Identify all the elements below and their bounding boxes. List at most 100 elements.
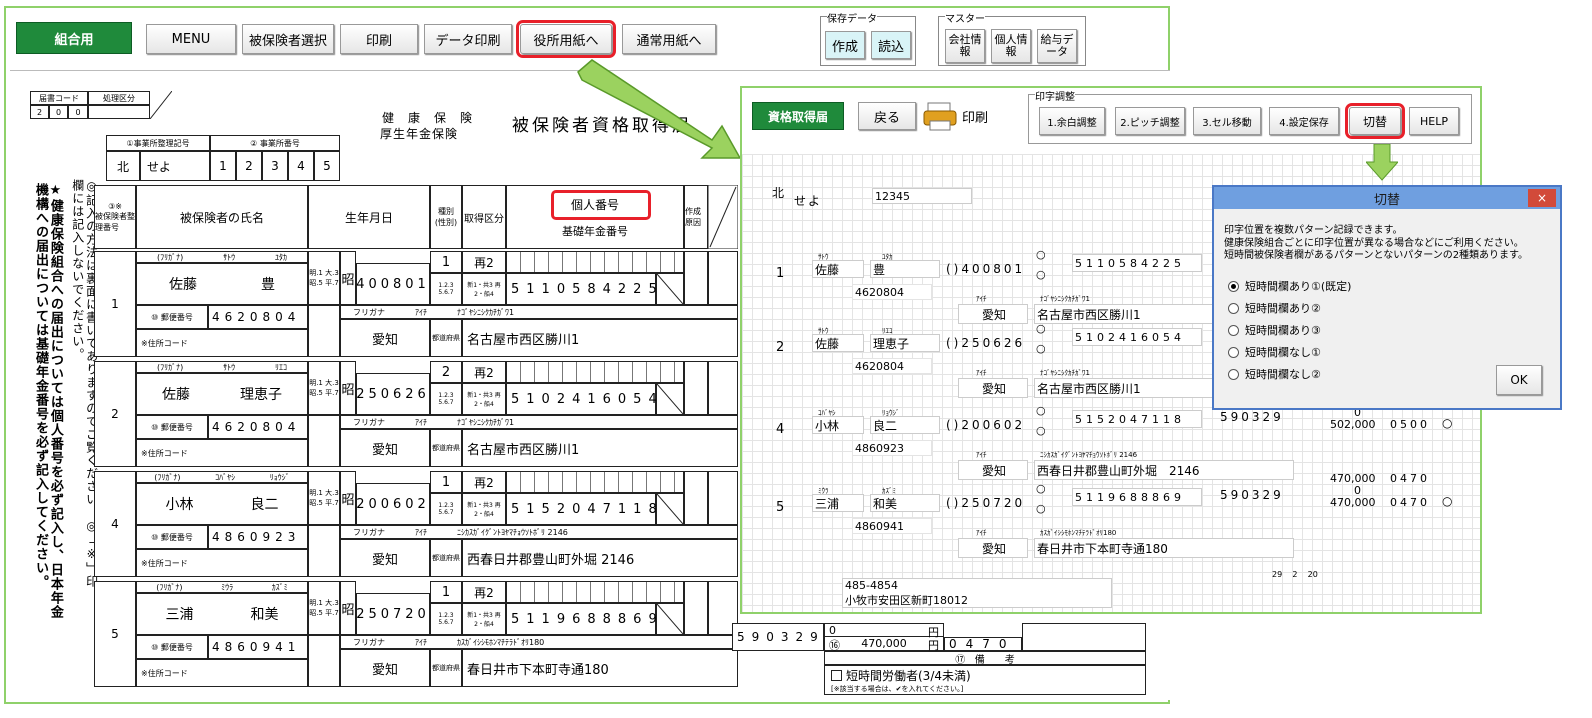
create-button[interactable]: 作成 — [825, 31, 865, 59]
personal-info-button[interactable]: 個人情報 — [991, 29, 1031, 63]
preview-addr-kana: ﾆｼｶｽｶﾞｲｸﾞﾝﾄﾖﾔﾏﾁｮｳｿﾄﾎﾞﾘ 2146 — [1040, 451, 1138, 459]
cause-field[interactable] — [684, 471, 708, 525]
pattern-option-2[interactable]: 短時間欄あり② — [1228, 297, 1351, 319]
pattern-option-5[interactable]: 短時間欄なし② — [1228, 363, 1351, 385]
pattern-option-1[interactable]: 短時間欄あり①(既定) — [1228, 275, 1351, 297]
normal-paper-button[interactable]: 通常用紙へ — [622, 24, 716, 54]
switch-button[interactable]: 切替 — [1345, 103, 1405, 139]
preview-pref: 愛知 — [958, 304, 1028, 324]
proc-value[interactable] — [88, 105, 150, 119]
pattern-option-label: 短時間欄あり② — [1245, 302, 1321, 315]
pref-label: 都道府県 — [430, 319, 462, 357]
shikaku-button[interactable]: 資格取得届 — [752, 102, 844, 130]
surname: 佐藤 — [162, 387, 190, 403]
address: 名古屋市西区勝川1 — [462, 429, 738, 467]
kana-sei: ﾐｳﾗ — [221, 582, 234, 592]
cause-field[interactable] — [684, 581, 708, 635]
preview-surname: 小林 — [812, 416, 864, 434]
mynumber-highlight — [551, 190, 651, 220]
short-time-note: [※該当する場合は、✔を入れてください。] — [831, 684, 964, 693]
yakusho-paper-button[interactable]: 役所用紙へ — [516, 20, 616, 58]
mynumber-field[interactable] — [506, 471, 684, 493]
address-kana: フリガナ ｱｲﾁ ｶｽｶﾞｲｼｼﾓﾎﾝﾏﾁﾃﾗﾄﾞｵﾘ180 — [340, 635, 738, 649]
preview-circle: ○ — [1036, 502, 1046, 515]
preview-print-button[interactable]: 印刷 — [922, 98, 996, 134]
kumiai-button[interactable]: 組合用 — [16, 22, 132, 54]
preview-address: 西春日井郡豊山町外堀 2146 — [1034, 460, 1294, 480]
mynumber-field[interactable] — [506, 251, 684, 273]
menu-button[interactable]: MENU — [146, 24, 236, 54]
era-note: 明.1 大.3 昭.5 平.7 — [308, 581, 340, 635]
addr-kana: ｶｽｶﾞｲｼｼﾓﾎﾝﾏﾁﾃﾗﾄﾞｵﾘ180 — [457, 637, 545, 647]
furigana-label: (ﾌﾘｶﾞﾅ) — [156, 582, 183, 592]
radio-icon — [1228, 346, 1239, 358]
kind: 2 — [430, 361, 462, 383]
col-name-header: 被保険者の氏名 — [136, 185, 308, 249]
addr-kana: ﾆｼｶｽｶﾞｲｸﾞﾝﾄﾖﾔﾏﾁｮｳｿﾄﾎﾞﾘ 2146 — [457, 527, 568, 537]
preview-date-month: 2 — [1292, 570, 1298, 579]
preview-date-year: 29 — [1272, 570, 1283, 579]
short-time-checkbox[interactable] — [831, 669, 842, 681]
col-kind-sub: (性別) — [434, 218, 458, 227]
row-number: 2 — [94, 361, 136, 467]
preview-circle: ○ — [1036, 322, 1046, 335]
preview-pref-kana: ｱｲﾁ — [976, 451, 987, 459]
save-settings-button[interactable]: 4.設定保存 — [1269, 107, 1339, 135]
select-insured-button[interactable]: 被保険者選択 — [242, 24, 334, 54]
preview-given-name: 理恵子 — [870, 334, 940, 352]
furigana-label: (ﾌﾘｶﾞﾅ) — [156, 252, 184, 262]
dialog-title: 切替 — [1214, 187, 1560, 209]
margin-adjust-button[interactable]: 1.余白調整 — [1039, 107, 1105, 135]
diagonal-cell — [656, 273, 684, 305]
col-kind-header: 種別 (性別) — [430, 185, 462, 249]
print-button[interactable]: 印刷 — [340, 24, 418, 54]
mynumber-field[interactable] — [506, 581, 684, 603]
salary-data-button[interactable]: 給与データ — [1037, 29, 1077, 63]
cause-field[interactable] — [684, 361, 708, 415]
company-info-button[interactable]: 会社情報 — [945, 29, 985, 63]
pref-kana: ｱｲﾁ — [415, 417, 427, 427]
diagonal-line — [657, 604, 683, 634]
back-button[interactable]: 戻る — [858, 102, 916, 130]
preview-birth: ()400801 — [946, 262, 1026, 276]
preview-date: 29 2 20 — [1272, 570, 1318, 579]
preview-circle: ○ — [1036, 482, 1046, 495]
cell-move-button[interactable]: 3.セル移動 — [1193, 107, 1261, 135]
preview-addr-kana: ﾅｺﾞﾔｼﾆｼｸｶﾁｶﾞﾜ1 — [1040, 295, 1090, 303]
preview-basic-number: 5119688869 — [1072, 488, 1202, 506]
prefecture: 愛知 — [340, 429, 430, 467]
address-mark — [308, 305, 340, 357]
furigana-addr-label: フリガナ — [353, 527, 385, 537]
load-button[interactable]: 読込 — [871, 31, 911, 59]
row5-code: 590329 — [732, 623, 824, 651]
pattern-option-4[interactable]: 短時間欄なし① — [1228, 341, 1351, 363]
postal-label: ⑩ 郵便番号 — [136, 415, 208, 439]
preview-given-name: 豊 — [870, 260, 940, 278]
close-icon[interactable]: × — [1528, 189, 1556, 207]
office-pref: 北 — [106, 151, 140, 181]
preview-circle: ○ — [1036, 424, 1046, 437]
row-name: 佐藤 豊 — [136, 263, 308, 305]
data-print-button[interactable]: データ印刷 — [424, 24, 512, 54]
pref-kana: ｱｲﾁ — [415, 527, 427, 537]
preview-postal: 4620804 — [852, 358, 932, 374]
office-no-digit: 2 — [236, 151, 262, 181]
pattern-option-3[interactable]: 短時間欄あり③ — [1228, 319, 1351, 341]
preview-postal: 4860923 — [852, 440, 932, 456]
acquisition: 再2 — [462, 251, 506, 273]
help-button[interactable]: HELP — [1409, 107, 1459, 135]
col-kind-label: 種別 — [438, 207, 454, 216]
cause-field[interactable] — [684, 251, 708, 305]
furigana-label: (ﾌﾘｶﾞﾅ) — [154, 472, 181, 482]
save-data-label: 保存データ — [827, 10, 877, 25]
pitch-adjust-button[interactable]: 2.ピッチ調整 — [1115, 107, 1185, 135]
postal-code: 4620804 — [208, 415, 308, 439]
ok-button[interactable]: OK — [1496, 365, 1542, 395]
mynumber-field[interactable] — [506, 361, 684, 383]
era: 昭 — [340, 251, 356, 305]
preview-office-address: 485-4854 小牧市安田区新町18012 — [842, 578, 1112, 608]
pattern-radio-group: 短時間欄あり①(既定) 短時間欄あり② 短時間欄あり③ 短時間欄なし① 短時間欄… — [1228, 275, 1351, 385]
pref-kana: ｱｲﾁ — [415, 307, 427, 317]
surname: 三浦 — [165, 607, 194, 623]
given-name: 良二 — [250, 497, 279, 513]
